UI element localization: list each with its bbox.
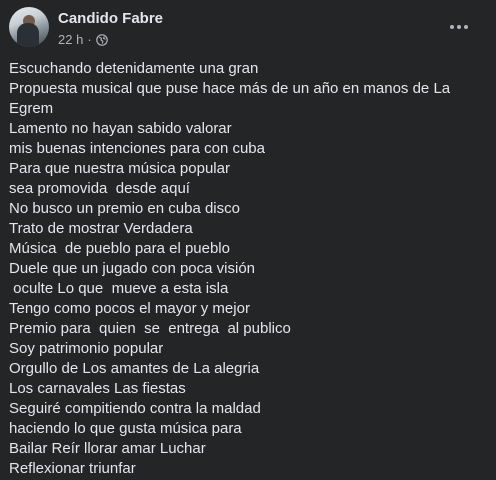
author-avatar[interactable] xyxy=(9,7,49,47)
avatar-person-body xyxy=(17,23,39,47)
more-options-button[interactable] xyxy=(444,12,474,42)
post-text-line: oculte Lo que mueve a esta isla xyxy=(9,280,229,297)
post-text-line: Lamento no hayan sabido valorar xyxy=(9,120,232,137)
facebook-post: Candido Fabre 22 h · Escuchando detenida… xyxy=(0,0,496,480)
globe-icon[interactable] xyxy=(95,33,108,46)
post-text-line: Escuchando detenidamente una gran xyxy=(9,60,259,77)
post-text-line: mis buenas intenciones para con cuba xyxy=(9,140,265,157)
post-text-line: Orgullo de Los amantes de La alegria xyxy=(9,360,260,377)
post-timestamp-link[interactable]: 22 h xyxy=(58,32,83,47)
author-name-link[interactable]: Candido Fabre xyxy=(58,10,163,27)
post-text-line: Soy patrimonio popular xyxy=(9,340,164,357)
post-text-line: haciendo lo que gusta música para xyxy=(9,420,242,437)
post-text-line: Para que nuestra música popular xyxy=(9,160,230,177)
post-text-line: Propuesta musical que puse hace más de u… xyxy=(9,80,451,97)
post-text-line: Seguiré compitiendo contra la maldad xyxy=(9,400,261,417)
post-text-line: Premio para quien se entrega al publico xyxy=(9,320,291,337)
post-text-line: Los carnavales Las fiestas xyxy=(9,380,186,397)
post-text-line: Egrem xyxy=(9,100,54,117)
post-text-line: Música de pueblo para el pueblo xyxy=(9,240,230,257)
post-text-line: Reflexionar triunfar xyxy=(9,460,136,477)
more-horizontal-icon xyxy=(450,25,468,29)
post-text-line: Trato de mostrar Verdadera xyxy=(9,220,193,237)
meta-separator: · xyxy=(87,32,92,47)
post-text-line: No busco un premio en cuba disco xyxy=(9,200,240,217)
post-text-line: Tengo como pocos el mayor y mejor xyxy=(9,300,250,317)
post-text-line: Bailar Reír llorar amar Luchar xyxy=(9,440,206,457)
post-meta: 22 h · xyxy=(58,32,108,47)
post-body-text: Escuchando detenidamente una gran Propues… xyxy=(9,59,489,479)
post-text-line: Duele que un jugado con poca visión xyxy=(9,260,256,277)
post-text-line: sea promovida desde aquí xyxy=(9,180,190,197)
